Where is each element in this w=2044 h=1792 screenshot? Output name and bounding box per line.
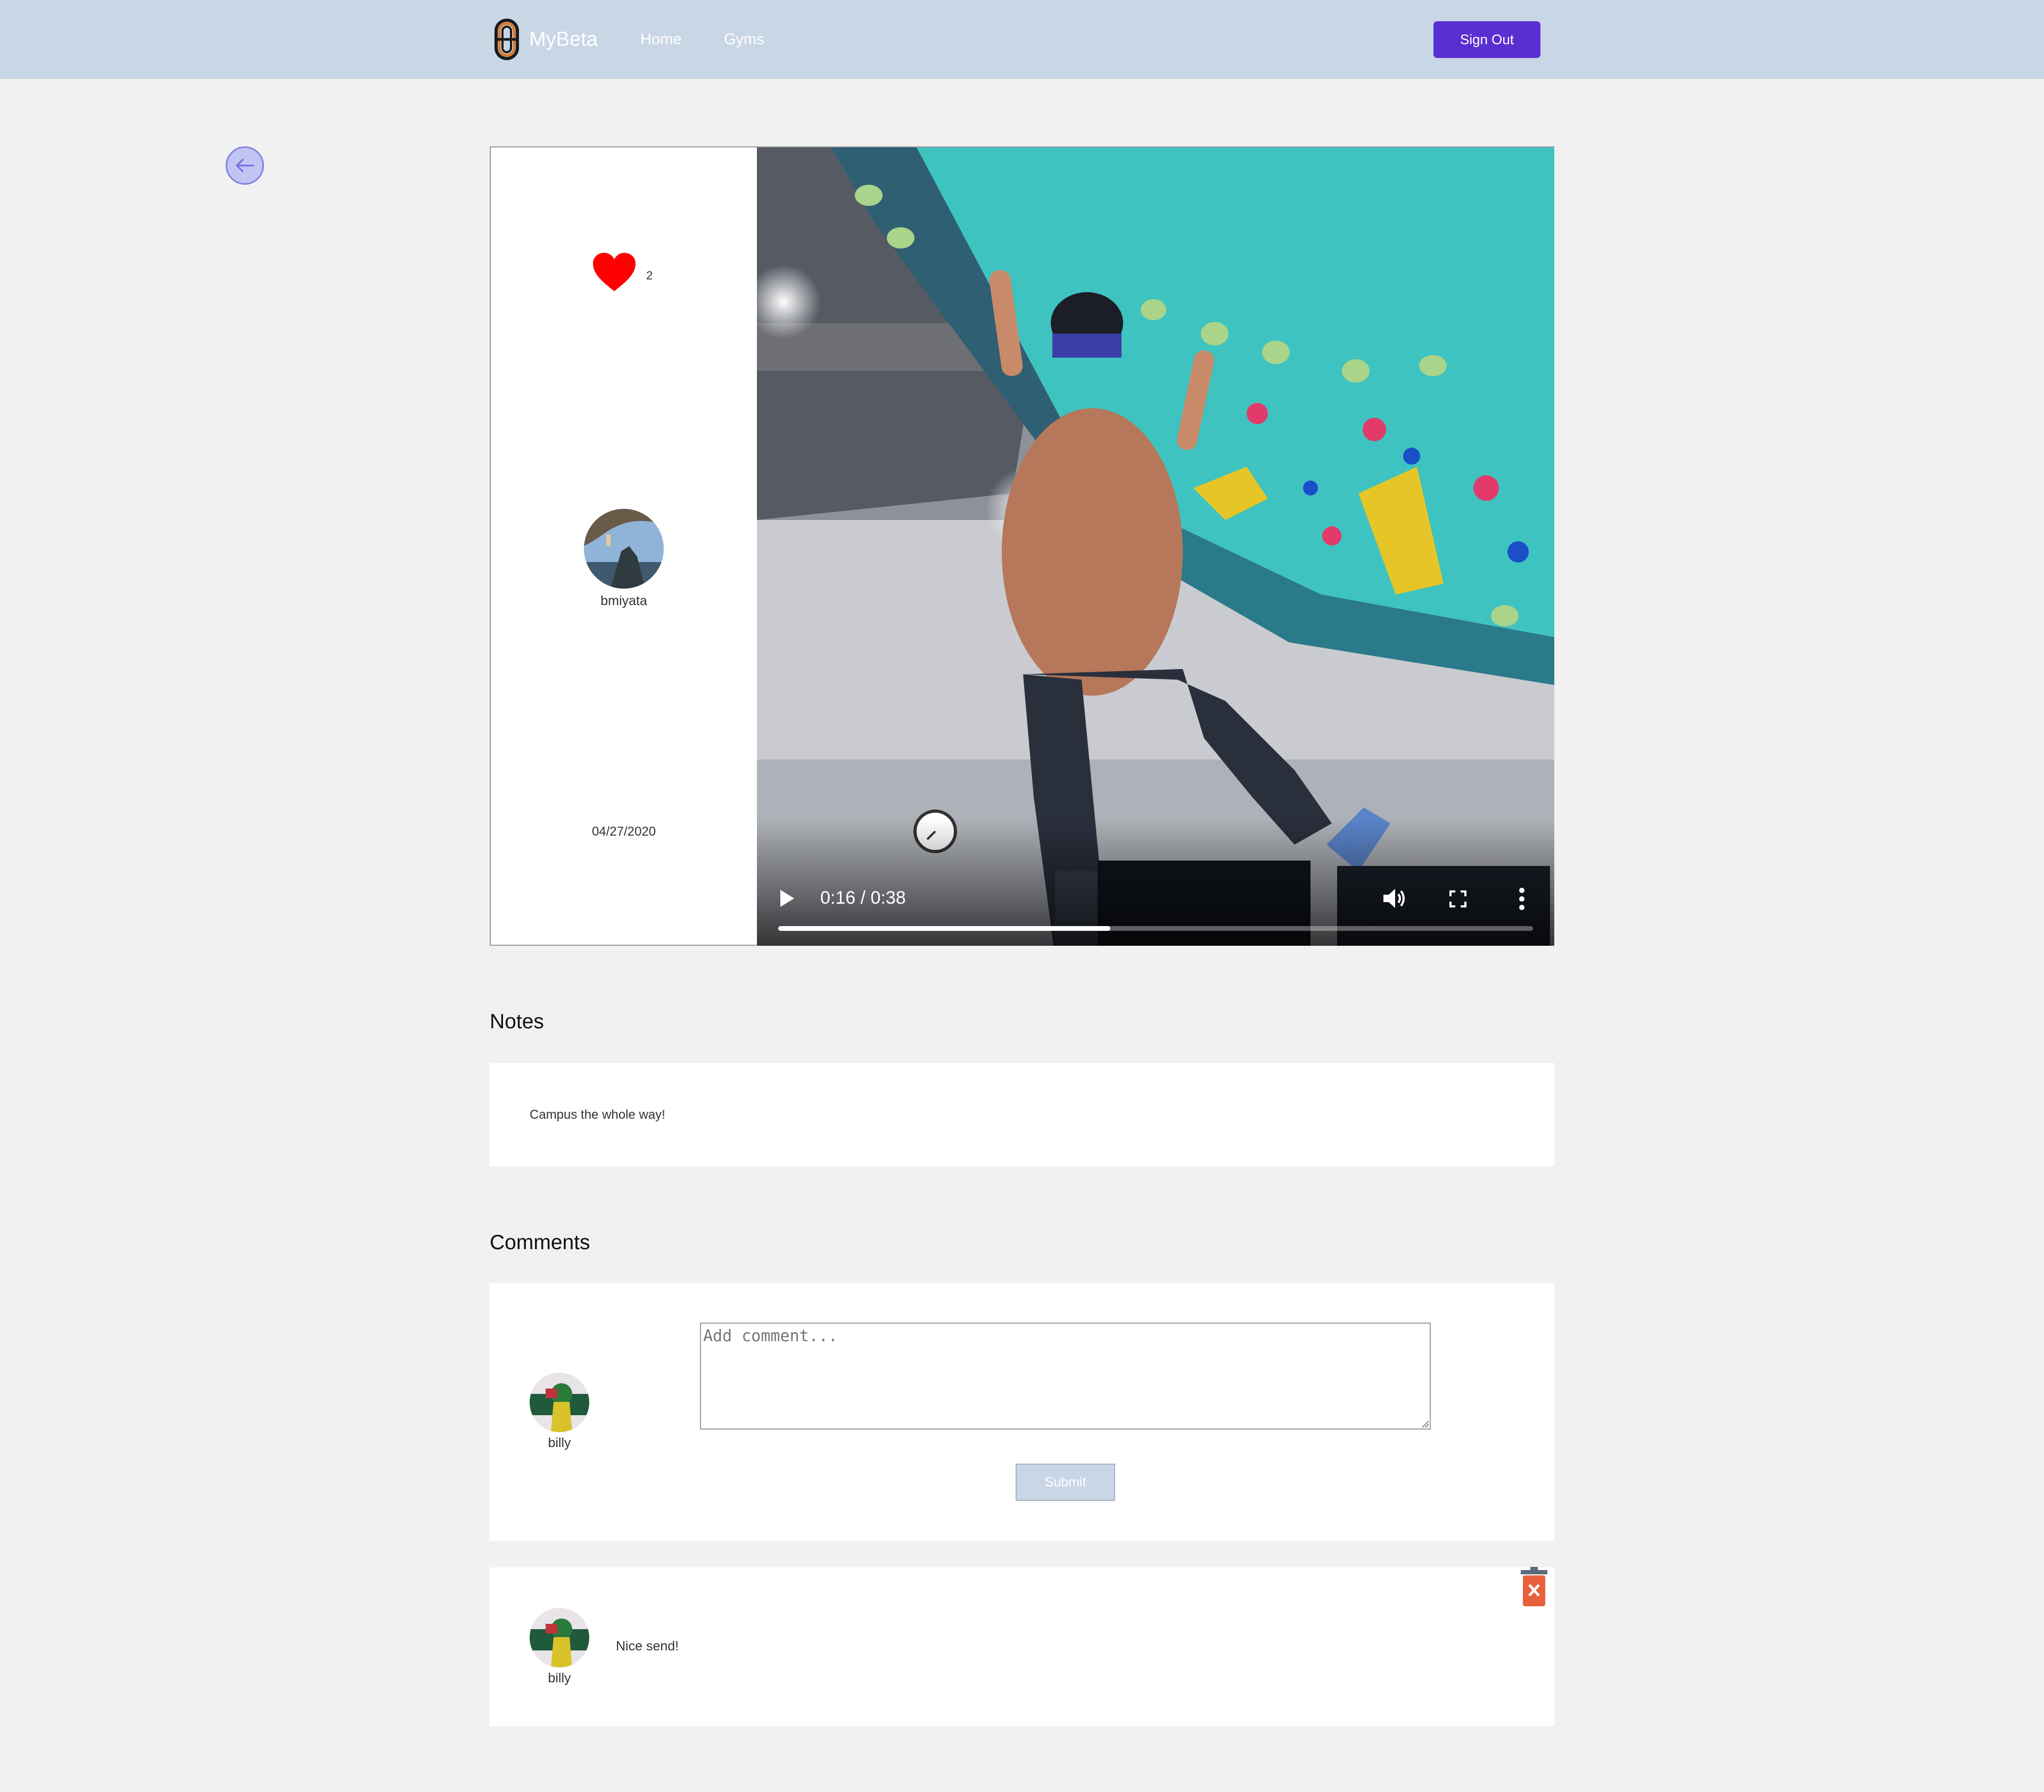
submit-comment-button[interactable]: Submit: [1016, 1464, 1115, 1501]
navbar: MyBeta Home Gyms Sign Out: [0, 0, 2044, 79]
comment-form: billy Submit: [490, 1283, 1554, 1541]
heart-icon[interactable]: [593, 253, 636, 292]
sign-out-button[interactable]: Sign Out: [1433, 21, 1540, 58]
fullscreen-icon[interactable]: [1449, 890, 1466, 907]
resize-handle-icon[interactable]: [1420, 1419, 1430, 1428]
nav-link-home[interactable]: Home: [640, 30, 681, 48]
poster-username[interactable]: bmiyata: [491, 593, 757, 609]
comments-title: Comments: [490, 1231, 590, 1254]
notes-text: Campus the whole way!: [530, 1108, 665, 1122]
video-controls: 0:16 / 0:38: [757, 818, 1554, 946]
video-time: 0:16 / 0:38: [820, 888, 906, 908]
current-user-avatar[interactable]: [530, 1373, 589, 1432]
back-button[interactable]: [226, 146, 264, 185]
comment-input[interactable]: [700, 1323, 1431, 1430]
play-icon[interactable]: [779, 889, 795, 908]
delete-comment-icon[interactable]: [1520, 1566, 1548, 1608]
video-progress-fill: [778, 926, 1110, 931]
post-info-panel: 2 bmiyata 04/27/2020: [491, 147, 757, 945]
volume-icon[interactable]: [1382, 887, 1407, 910]
video-player[interactable]: 0:16 / 0:38: [757, 147, 1554, 946]
poster-avatar[interactable]: [584, 509, 664, 589]
notes-title: Notes: [490, 1010, 544, 1033]
comment-author-name[interactable]: billy: [517, 1671, 602, 1686]
post-card: 2 bmiyata 04/27/2020 0:16 / 0:38: [490, 146, 1554, 946]
current-user-name[interactable]: billy: [517, 1435, 602, 1451]
nav-link-gyms[interactable]: Gyms: [724, 30, 764, 48]
notes-card: Campus the whole way!: [490, 1063, 1554, 1166]
comment-text: Nice send!: [616, 1639, 679, 1654]
comment-author-avatar[interactable]: [530, 1608, 589, 1667]
brand-name[interactable]: MyBeta: [529, 25, 598, 54]
more-options-icon[interactable]: [1518, 887, 1526, 911]
post-date: 04/27/2020: [591, 824, 656, 839]
comment-item: billy Nice send!: [490, 1567, 1554, 1726]
video-progress-bar[interactable]: [778, 926, 1533, 931]
arrow-left-icon: [235, 158, 254, 173]
like-count: 2: [646, 269, 653, 282]
logo-icon[interactable]: [492, 18, 524, 61]
